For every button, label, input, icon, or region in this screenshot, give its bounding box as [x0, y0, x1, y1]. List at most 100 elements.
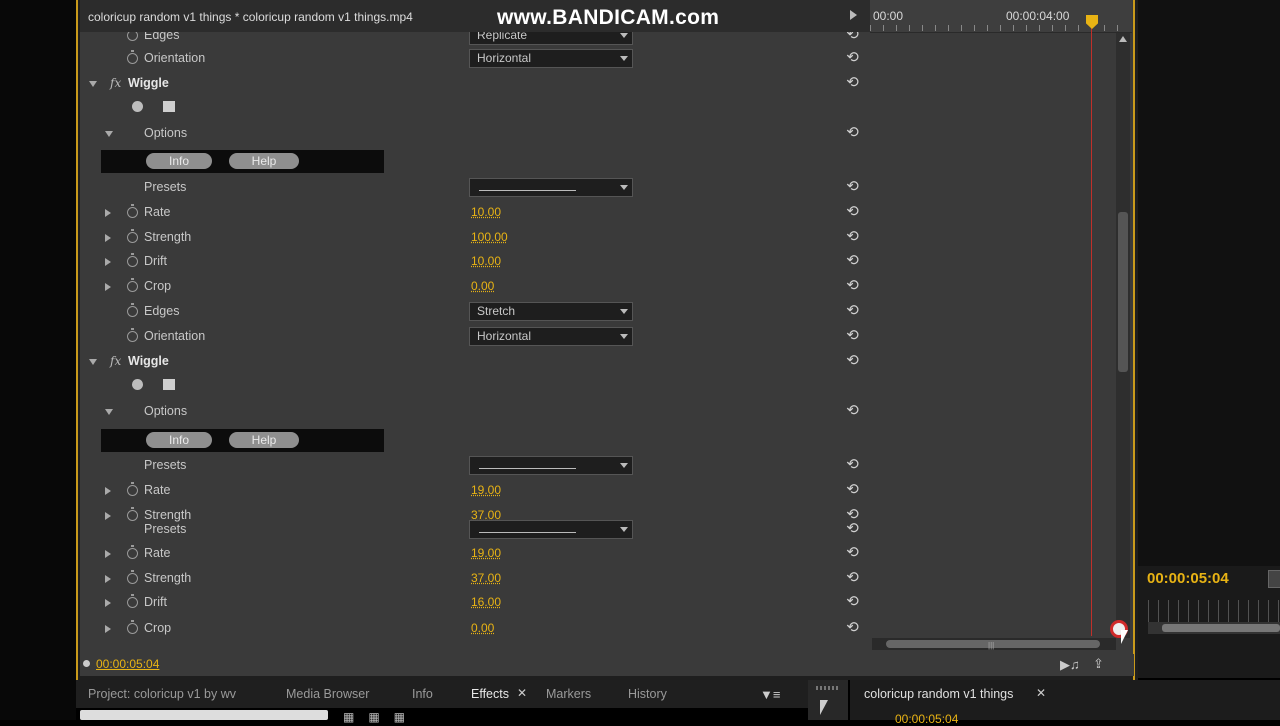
effect-row: Drift 10.00 ⟲: [80, 250, 870, 274]
reset-icon[interactable]: ⟲: [844, 228, 861, 245]
show-timeline-toggle-icon[interactable]: [850, 10, 857, 20]
expand-triangle-icon[interactable]: [105, 234, 111, 242]
stopwatch-icon[interactable]: [127, 303, 138, 317]
fx-badge[interactable]: fx: [110, 76, 121, 90]
collapse-triangle-icon[interactable]: [89, 81, 97, 87]
expand-triangle-icon[interactable]: [105, 625, 111, 633]
param-value[interactable]: 100.00: [471, 230, 508, 244]
stopwatch-icon[interactable]: [127, 253, 138, 267]
expand-triangle-icon[interactable]: [105, 550, 111, 558]
stopwatch-icon[interactable]: [127, 204, 138, 218]
stopwatch-icon[interactable]: [127, 620, 138, 634]
reset-icon[interactable]: ⟲: [844, 352, 861, 369]
tab-markers[interactable]: Markers: [546, 687, 591, 701]
expand-triangle-icon[interactable]: [105, 258, 111, 266]
presets-dropdown[interactable]: [469, 520, 633, 539]
reset-icon[interactable]: ⟲: [844, 302, 861, 319]
program-scroll-thumb[interactable]: [1162, 624, 1280, 632]
stopwatch-icon[interactable]: [127, 229, 138, 243]
expand-triangle-icon[interactable]: [105, 599, 111, 607]
reset-icon[interactable]: ⟲: [844, 456, 861, 473]
presets-dropdown[interactable]: [469, 178, 633, 197]
reset-icon[interactable]: ⟲: [844, 520, 861, 537]
panel-menu-icon[interactable]: ▼≡: [760, 687, 780, 702]
timeline-timecode[interactable]: 00:00:05:04: [895, 712, 958, 726]
param-label: Rate: [144, 205, 171, 219]
ellipse-mask-icon[interactable]: [132, 379, 143, 390]
param-value[interactable]: 0.00: [471, 621, 494, 635]
keyframe-timeline-area[interactable]: [870, 33, 1116, 638]
reset-icon[interactable]: ⟲: [844, 74, 861, 91]
param-value[interactable]: 0.00: [471, 279, 494, 293]
tab-history[interactable]: History: [628, 687, 667, 701]
stopwatch-icon[interactable]: [127, 278, 138, 292]
collapse-triangle-icon[interactable]: [89, 359, 97, 365]
info-button[interactable]: Info: [146, 432, 212, 448]
stopwatch-icon[interactable]: [127, 545, 138, 559]
fx-badge[interactable]: fx: [110, 354, 121, 368]
reset-icon[interactable]: ⟲: [844, 619, 861, 636]
vertical-scroll-thumb[interactable]: [1118, 212, 1128, 372]
stopwatch-icon[interactable]: [127, 570, 138, 584]
close-icon[interactable]: ✕: [517, 686, 527, 700]
tab-timeline-sequence[interactable]: coloricup random v1 things: [864, 687, 1013, 701]
program-ruler[interactable]: [1148, 600, 1280, 622]
scroll-grip-icon: |||: [988, 641, 995, 650]
rectangle-mask-icon[interactable]: [163, 101, 175, 112]
param-dropdown[interactable]: Stretch: [469, 302, 633, 321]
collapse-triangle-icon[interactable]: [105, 131, 113, 137]
reset-icon[interactable]: ⟲: [844, 593, 861, 610]
reset-icon[interactable]: ⟲: [844, 402, 861, 419]
param-dropdown[interactable]: Horizontal: [469, 327, 633, 346]
reset-icon[interactable]: ⟲: [844, 203, 861, 220]
scroll-up-arrow-icon[interactable]: [1119, 36, 1127, 42]
rectangle-mask-icon[interactable]: [163, 379, 175, 390]
export-icon[interactable]: ⇪: [1093, 656, 1104, 672]
reset-icon[interactable]: ⟲: [844, 481, 861, 498]
param-value[interactable]: 37.00: [471, 571, 501, 585]
param-value[interactable]: 10.00: [471, 205, 501, 219]
help-button[interactable]: Help: [229, 153, 299, 169]
sequence-clip-title[interactable]: coloricup random v1 things * coloricup r…: [88, 10, 413, 24]
reset-icon[interactable]: ⟲: [844, 569, 861, 586]
program-fit-button[interactable]: [1268, 570, 1280, 588]
expand-triangle-icon[interactable]: [105, 487, 111, 495]
param-dropdown[interactable]: Horizontal: [469, 49, 633, 68]
tab-media-browser[interactable]: Media Browser: [286, 687, 369, 701]
stopwatch-icon[interactable]: [127, 594, 138, 608]
param-value[interactable]: 10.00: [471, 254, 501, 268]
expand-triangle-icon[interactable]: [105, 283, 111, 291]
footer-current-time[interactable]: 00:00:05:04: [96, 657, 159, 671]
selection-tool-icon[interactable]: [820, 700, 828, 715]
reset-icon[interactable]: ⟲: [844, 49, 861, 66]
new-bin-icon[interactable]: ▦▦▦: [343, 710, 419, 724]
presets-dropdown[interactable]: [469, 456, 633, 475]
reset-icon[interactable]: ⟲: [844, 327, 861, 344]
stopwatch-icon[interactable]: [127, 50, 138, 64]
playhead-line[interactable]: [1091, 28, 1092, 636]
close-icon[interactable]: ✕: [1036, 686, 1046, 700]
reset-icon[interactable]: ⟲: [844, 277, 861, 294]
tools-grip-icon[interactable]: [816, 686, 838, 690]
expand-triangle-icon[interactable]: [105, 209, 111, 217]
ellipse-mask-icon[interactable]: [132, 101, 143, 112]
tab-project[interactable]: Project: coloricup v1 by wv: [88, 687, 236, 701]
stopwatch-icon[interactable]: [127, 328, 138, 342]
info-button[interactable]: Info: [146, 153, 212, 169]
reset-icon[interactable]: ⟲: [844, 124, 861, 141]
reset-icon[interactable]: ⟲: [844, 252, 861, 269]
collapse-triangle-icon[interactable]: [105, 409, 113, 415]
stopwatch-icon[interactable]: [127, 482, 138, 496]
expand-triangle-icon[interactable]: [105, 575, 111, 583]
tab-effects[interactable]: Effects: [471, 687, 509, 701]
effects-search-input[interactable]: [80, 710, 328, 720]
param-value[interactable]: 19.00: [471, 483, 501, 497]
program-timecode[interactable]: 00:00:05:04: [1147, 570, 1229, 587]
param-value[interactable]: 19.00: [471, 546, 501, 560]
help-button[interactable]: Help: [229, 432, 299, 448]
tab-info[interactable]: Info: [412, 687, 433, 701]
play-audio-only-icon[interactable]: ▶♫: [1060, 657, 1080, 673]
reset-icon[interactable]: ⟲: [844, 544, 861, 561]
param-value[interactable]: 16.00: [471, 595, 501, 609]
reset-icon[interactable]: ⟲: [844, 178, 861, 195]
